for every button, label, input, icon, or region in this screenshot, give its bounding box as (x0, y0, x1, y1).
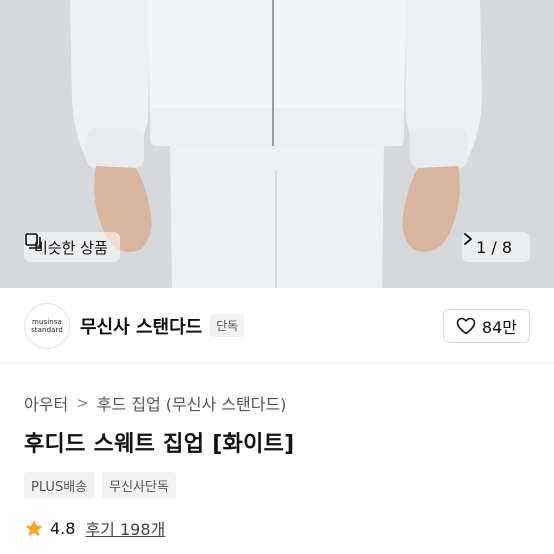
similar-products-button[interactable]: 비슷한 상품 (24, 232, 120, 262)
similar-products-label: 비슷한 상품 (34, 238, 108, 257)
breadcrumb-item-category[interactable]: 아우터 (24, 391, 68, 415)
brand-logo-line1: musinsa (32, 317, 62, 326)
brand-logo[interactable]: musinsa standard (24, 302, 70, 349)
brand-logo-line2: standard (31, 325, 63, 334)
like-button[interactable]: 84만 (442, 308, 530, 343)
tag-exclusive: 무신사단독 (102, 472, 176, 499)
product-image[interactable]: 비슷한 상품 1 / 8 (0, 0, 554, 288)
like-count: 84만 (481, 317, 517, 337)
product-title: 후디드 스웨트 집업 [화이트] (24, 432, 295, 457)
exclusive-badge: 단독 (210, 314, 245, 337)
heart-icon (456, 317, 476, 334)
chevron-right-icon: > (76, 394, 89, 412)
brand-name-link[interactable]: 무신사 스탠다드 (80, 313, 202, 339)
reviews-link[interactable]: 후기 198개 (85, 516, 165, 540)
tag-plus-delivery: PLUS배송 (24, 472, 95, 499)
rating: 4.8 후기 198개 (24, 516, 165, 540)
similar-products-icon (25, 233, 41, 249)
breadcrumb-item-subcategory[interactable]: 후드 집업 (무신사 스탠다드) (97, 391, 287, 415)
image-pager-text: 1 / 8 (476, 237, 512, 257)
rating-score: 4.8 (50, 518, 76, 538)
star-icon (25, 519, 43, 536)
brand-row: musinsa standard 무신사 스탠다드 단독 84만 (0, 288, 554, 364)
breadcrumb: 아우터 > 후드 집업 (무신사 스탠다드) (24, 391, 286, 415)
image-pager: 1 / 8 (462, 232, 530, 262)
product-tags: PLUS배송 무신사단독 (24, 472, 176, 499)
